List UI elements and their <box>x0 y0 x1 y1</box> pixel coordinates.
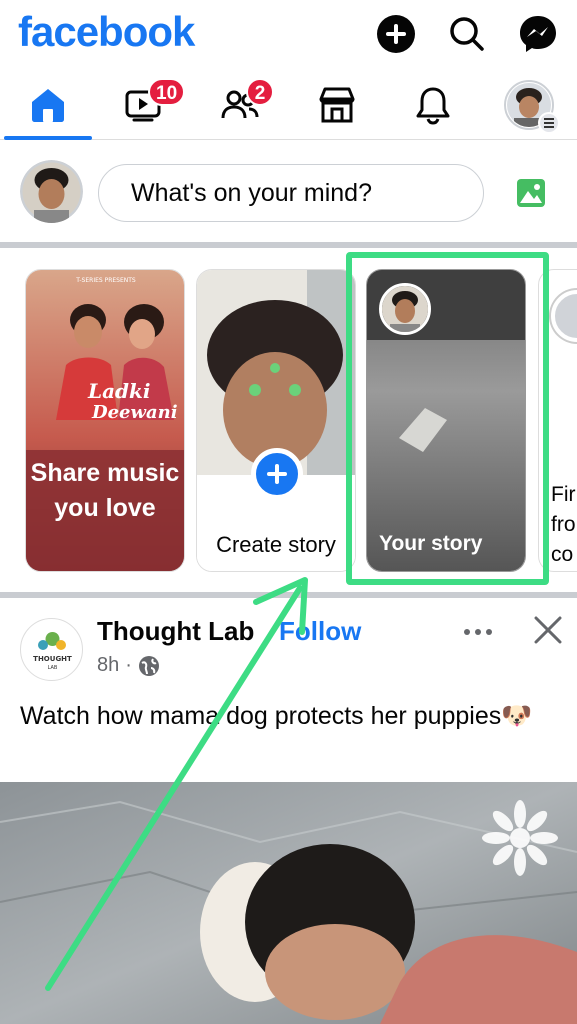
tab-video[interactable]: 10 <box>96 70 192 140</box>
add-story-button[interactable] <box>251 448 303 500</box>
facebook-logo: facebook <box>18 8 195 55</box>
stories-tray: Ladki Deewani T-SERIES PRESENTS Share mu… <box>0 250 577 592</box>
post-composer: What's on your mind? <box>0 140 577 244</box>
friends-badge: 2 <box>246 78 274 106</box>
svg-text:T-SERIES PRESENTS: T-SERIES PRESENTS <box>75 277 136 284</box>
search-icon <box>450 17 484 51</box>
section-divider <box>0 242 577 248</box>
home-icon <box>32 89 64 122</box>
partial-line-1: Fir <box>551 483 576 506</box>
tab-friends[interactable]: 2 <box>192 70 288 140</box>
page-avatar[interactable]: THOUGHT LAB <box>20 618 83 681</box>
post-video-frame <box>0 782 577 1024</box>
hide-post-button[interactable] <box>532 614 564 646</box>
globe-icon <box>138 655 159 676</box>
plus-icon <box>377 15 415 53</box>
photo-button[interactable] <box>515 177 547 209</box>
music-story-poster: Ladki Deewani T-SERIES PRESENTS <box>26 270 184 571</box>
post-separator: · <box>125 654 132 676</box>
your-story-avatar <box>379 283 431 335</box>
marketplace-icon <box>319 87 355 123</box>
bell-icon <box>416 87 450 125</box>
main-nav: 10 2 <box>0 70 577 140</box>
whats-on-your-mind-input[interactable]: What's on your mind? <box>98 164 484 222</box>
composer-avatar[interactable] <box>20 160 83 223</box>
post-time: 8h <box>97 654 120 676</box>
post-video[interactable] <box>0 782 577 1024</box>
messenger-button[interactable] <box>518 14 558 54</box>
page-name[interactable]: Thought Lab <box>97 616 254 647</box>
story-share-music[interactable]: Ladki Deewani T-SERIES PRESENTS Share mu… <box>25 269 185 572</box>
story-music-label: Share music you love <box>30 459 180 522</box>
messenger-icon <box>520 16 556 52</box>
follow-button[interactable]: Follow <box>279 616 361 647</box>
svg-text:Deewani: Deewani <box>91 402 178 423</box>
tab-notifications[interactable] <box>385 70 481 140</box>
story-create[interactable]: Create story <box>196 269 356 572</box>
close-icon <box>534 616 562 644</box>
partial-story-avatar <box>551 290 577 342</box>
story-your-story[interactable]: Your story <box>366 269 526 572</box>
tab-menu[interactable] <box>481 70 577 140</box>
page-logo-text: THOUGHT <box>33 655 72 663</box>
create-button[interactable] <box>376 14 416 54</box>
video-badge: 10 <box>148 78 186 106</box>
profile-menu-icon <box>504 80 560 134</box>
story-partial[interactable]: Fir fro co <box>538 269 577 572</box>
plus-icon <box>267 464 287 484</box>
search-button[interactable] <box>447 14 487 54</box>
page-logo-subtext: LAB <box>48 665 58 671</box>
top-bar: facebook <box>0 0 577 70</box>
music-poster-title: Ladki <box>87 379 150 403</box>
tab-home[interactable] <box>0 70 96 140</box>
post-options-button[interactable] <box>460 620 496 644</box>
post-header: THOUGHT LAB Thought Lab Follow 8h · <box>0 598 577 688</box>
create-story-photo <box>197 270 355 475</box>
more-icon <box>464 629 492 635</box>
photo-icon <box>517 179 545 207</box>
partial-line-2: fro <box>551 513 576 536</box>
menu-icon <box>538 112 560 134</box>
create-story-label: Create story <box>216 532 336 557</box>
post-caption: Watch how mama dog protects her puppies🐶 <box>20 702 533 730</box>
tab-marketplace[interactable] <box>289 70 385 140</box>
partial-line-3: co <box>551 543 574 566</box>
your-story-label: Your story <box>379 532 483 555</box>
